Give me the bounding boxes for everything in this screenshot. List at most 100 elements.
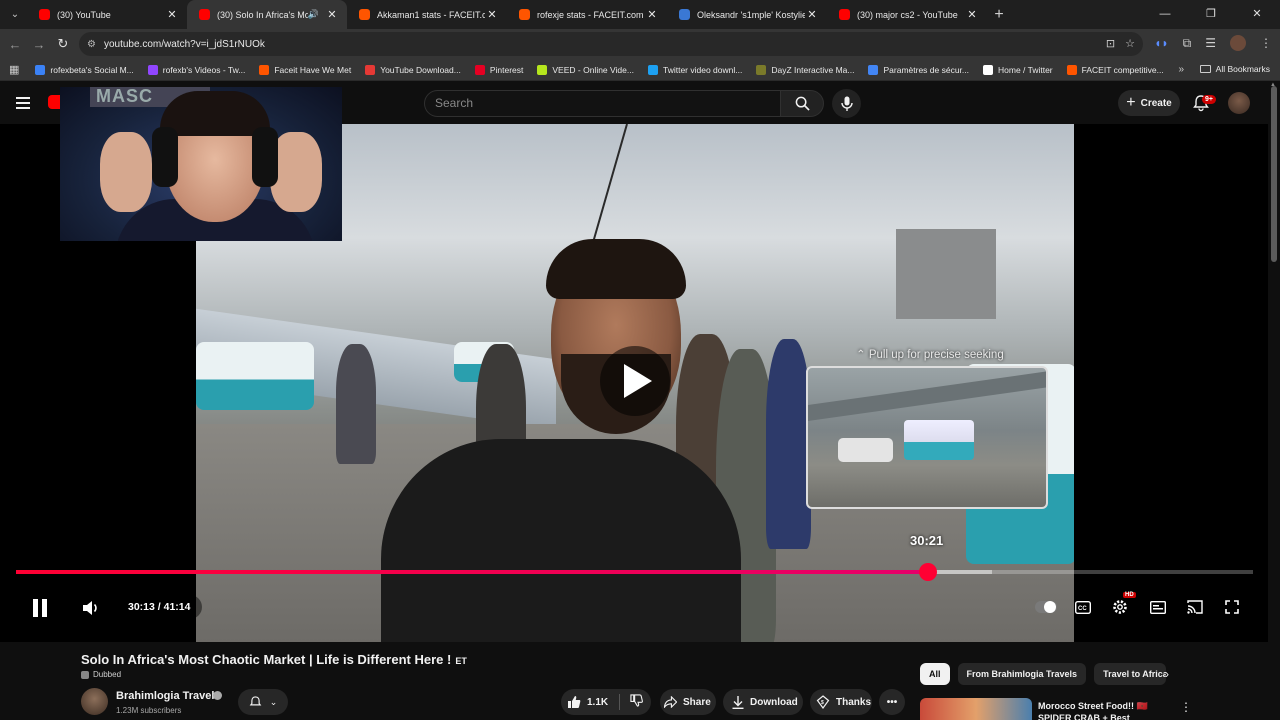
plus-icon: + (1126, 94, 1136, 111)
tab-close-icon[interactable]: ✕ (485, 8, 499, 21)
recommended-video-menu-icon[interactable]: ⋮ (1180, 700, 1192, 714)
scrubber-handle[interactable] (918, 563, 937, 581)
channel-avatar[interactable] (81, 688, 108, 715)
bookmark-item[interactable]: Home / Twitter (983, 64, 1053, 75)
settings-button[interactable] (1110, 597, 1130, 617)
site-info-icon[interactable]: ⚙ (87, 39, 96, 50)
bookmark-item[interactable]: FACEIT competitive... (1066, 64, 1164, 75)
thanks-button[interactable]: $ Thanks (810, 689, 872, 715)
svg-text:$: $ (821, 700, 824, 706)
cast-button[interactable] (1185, 598, 1205, 616)
subtitles-button[interactable]: CC (1073, 598, 1093, 616)
filter-chip[interactable]: Travel to Africa (1094, 663, 1167, 685)
tab-audio-icon[interactable]: 🔊 (308, 9, 319, 20)
tab-favicon-icon (839, 9, 850, 20)
bookmark-item[interactable]: YouTube Download... (365, 64, 461, 75)
download-button[interactable]: Download (723, 689, 803, 715)
voice-search-button[interactable] (832, 89, 861, 118)
forward-icon[interactable]: → (27, 37, 51, 52)
autoplay-toggle[interactable] (1035, 601, 1057, 613)
create-label: Create (1140, 97, 1172, 109)
new-tab-button[interactable]: + (987, 6, 1011, 24)
restore-icon[interactable]: ❐ (1188, 0, 1234, 29)
folder-icon (1199, 65, 1211, 73)
tab-close-icon[interactable]: ✕ (645, 8, 659, 21)
bookmark-item[interactable]: Pinterest (474, 64, 523, 75)
menu-hamburger-icon[interactable] (16, 97, 30, 112)
recommended-video-thumbnail[interactable] (920, 698, 1032, 720)
bookmark-favicon-icon (756, 64, 767, 75)
chevron-right-icon[interactable]: › (1165, 667, 1169, 681)
bookmark-item[interactable]: Twitter video downl... (647, 64, 742, 75)
filter-chip[interactable]: All (920, 663, 950, 685)
search-input[interactable]: Search (424, 90, 781, 117)
close-window-icon[interactable]: ✕ (1234, 0, 1280, 29)
bookmark-item[interactable]: Faceit Have We Met (259, 64, 351, 75)
install-app-icon[interactable]: ⊡ (1106, 37, 1115, 50)
profile-avatar[interactable] (1230, 35, 1246, 51)
volume-button[interactable] (80, 597, 102, 619)
thanks-label: Thanks (836, 696, 872, 708)
captions-icon: CC (1075, 600, 1091, 614)
miniplayer-button[interactable] (1148, 598, 1168, 616)
tab-close-icon[interactable]: ✕ (165, 8, 179, 21)
browser-tab[interactable]: (30) Solo In Africa's Most C🔊 ✕ (187, 0, 347, 29)
page-scrollbar[interactable] (1271, 86, 1277, 262)
tab-search-icon[interactable]: ⌄ (3, 3, 27, 27)
bookmark-item[interactable]: DayZ Interactive Ma... (756, 64, 855, 75)
fullscreen-button[interactable] (1222, 597, 1242, 617)
subscriber-count: 1.23M subscribers (116, 706, 182, 715)
play-icon (624, 364, 652, 398)
bookmark-label: rofexbeta's Social M... (50, 64, 134, 75)
tab-close-icon[interactable]: ✕ (325, 8, 339, 21)
reload-icon[interactable]: ↻ (51, 36, 75, 52)
tab-close-icon[interactable]: ✕ (805, 8, 819, 21)
play-overlay-button[interactable] (600, 346, 670, 416)
more-actions-button[interactable]: ••• (879, 689, 905, 715)
tab-favicon-icon (39, 9, 50, 20)
more-bookmarks-icon[interactable]: » (1178, 64, 1184, 75)
create-button[interactable]: + Create (1118, 90, 1180, 116)
super-thanks-icon: $ (816, 695, 830, 709)
browser-menu-icon[interactable]: ⋮ (1260, 36, 1272, 50)
browser-tab[interactable]: (30) YouTube ✕ (27, 0, 187, 29)
all-bookmarks-button[interactable]: All Bookmarks (1199, 64, 1270, 74)
volume-icon (83, 601, 97, 615)
reading-list-icon[interactable]: ☰ (1205, 36, 1216, 50)
bookmark-item[interactable]: rofexbeta's Social M... (35, 64, 134, 75)
subscription-bell-button[interactable]: ⌄ (238, 689, 288, 715)
tab-close-icon[interactable]: ✕ (965, 8, 979, 21)
back-icon[interactable]: ← (3, 37, 27, 52)
url-bar[interactable]: ⚙ youtube.com/watch?v=i_jdS1rNUOk ⊡ ☆ (79, 32, 1143, 56)
filter-chip[interactable]: From Brahimlogia Travels (957, 663, 1087, 685)
dubbed-badge: Dubbed (81, 670, 121, 679)
microphone-icon (840, 96, 853, 111)
apps-grid-icon[interactable]: ▦ (9, 63, 19, 76)
browser-tab[interactable]: Akkaman1 stats - FACEIT.com✕ (347, 0, 507, 29)
bookmark-favicon-icon (537, 64, 548, 75)
minimize-icon[interactable]: — (1142, 0, 1188, 29)
bookmark-item[interactable]: rofexb's Videos - Tw... (147, 64, 245, 75)
channel-name[interactable]: Brahimlogia Travels (116, 690, 221, 702)
bookmark-item[interactable]: VEED - Online Vide... (537, 64, 634, 75)
browser-tab[interactable]: rofexje stats - FACEIT.com ✕ (507, 0, 667, 29)
browser-tab[interactable]: Oleksandr 's1mple' Kostyliev's C✕ (667, 0, 827, 29)
extensions-puzzle-icon[interactable]: ⧉ (1183, 36, 1192, 51)
extension-icon[interactable]: ◖◗ (1154, 36, 1169, 50)
like-button[interactable]: 1.1K (561, 695, 619, 709)
preview-timestamp: 30:21 (910, 533, 944, 548)
download-label: Download (750, 696, 798, 708)
pause-button[interactable] (28, 596, 52, 620)
bookmark-label: DayZ Interactive Ma... (771, 64, 855, 75)
thumbs-down-icon (630, 694, 643, 707)
browser-tab[interactable]: (30) major cs2 - YouTube ✕ (827, 0, 987, 29)
search-button[interactable] (780, 90, 824, 117)
share-button[interactable]: Share (660, 689, 716, 715)
bookmark-star-icon[interactable]: ☆ (1125, 37, 1135, 50)
tab-favicon-icon (199, 9, 210, 20)
user-avatar[interactable] (1228, 92, 1250, 114)
recommended-video-title[interactable]: Morocco Street Food!! 🇲🇦 SPIDER CRAB + B… (1038, 700, 1168, 720)
bookmark-item[interactable]: Paramètres de sécur... (868, 64, 969, 75)
hd-badge: HD (1123, 592, 1136, 598)
dislike-button[interactable] (620, 694, 643, 710)
